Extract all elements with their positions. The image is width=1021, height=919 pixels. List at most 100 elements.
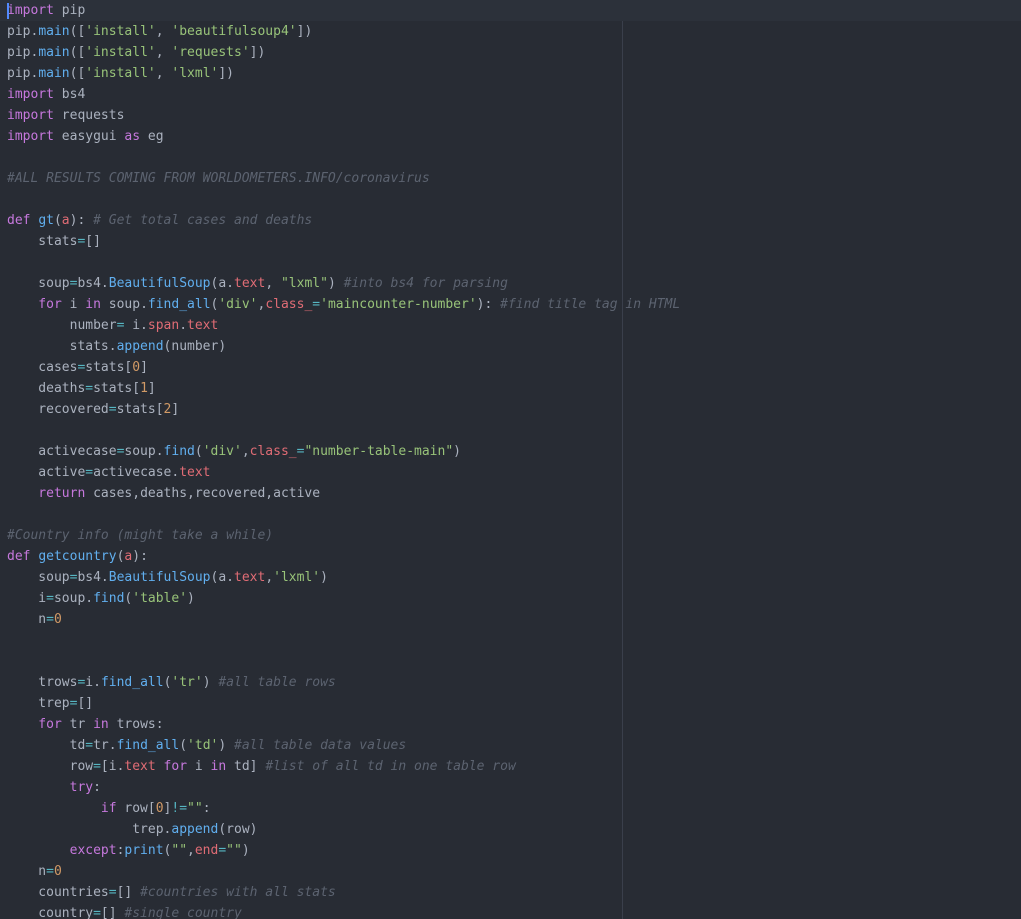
- code-line[interactable]: def getcountry(a):: [7, 546, 1021, 567]
- code-line[interactable]: #ALL RESULTS COMING FROM WORLDOMETERS.IN…: [7, 168, 1021, 189]
- code-token: for: [7, 717, 62, 732]
- code-line[interactable]: [7, 252, 1021, 273]
- code-token: pip: [53, 3, 86, 18]
- code-line[interactable]: except:print("",end=""): [7, 840, 1021, 861]
- code-line[interactable]: cases=stats[0]: [7, 357, 1021, 378]
- code-token: =: [108, 402, 117, 417]
- code-token: easygui: [53, 129, 125, 144]
- code-line[interactable]: for i in soup.find_all('div',class_='mai…: [7, 294, 1021, 315]
- code-line[interactable]: soup=bs4.BeautifulSoup(a.text,'lxml'): [7, 567, 1021, 588]
- code-token: (a.: [210, 276, 234, 291]
- code-token: 0: [53, 612, 62, 627]
- code-token: ([: [69, 66, 86, 81]
- code-token: end: [194, 843, 219, 858]
- code-token: stats: [7, 234, 78, 249]
- code-line[interactable]: country=[] #single country: [7, 903, 1021, 919]
- code-token: n: [7, 612, 47, 627]
- code-line[interactable]: [7, 504, 1021, 525]
- code-line[interactable]: stats=[]: [7, 231, 1021, 252]
- code-line[interactable]: soup=bs4.BeautifulSoup(a.text, "lxml") #…: [7, 273, 1021, 294]
- code-token: ]: [147, 381, 156, 396]
- code-line[interactable]: import requests: [7, 105, 1021, 126]
- code-token: [i.: [100, 759, 125, 774]
- code-token: i: [61, 297, 86, 312]
- code-line[interactable]: [7, 651, 1021, 672]
- code-line[interactable]: deaths=stats[1]: [7, 378, 1021, 399]
- code-line[interactable]: pip.main(['install', 'requests']): [7, 42, 1021, 63]
- code-line[interactable]: countries=[] #countries with all stats: [7, 882, 1021, 903]
- code-token: a: [61, 213, 70, 228]
- code-line[interactable]: number= i.span.text: [7, 315, 1021, 336]
- code-editor[interactable]: import pip pip.main(['install', 'beautifu…: [0, 0, 1021, 919]
- code-token: span: [147, 318, 180, 333]
- code-token: trep: [7, 696, 70, 711]
- code-token: trows:: [108, 717, 164, 732]
- code-line[interactable]: if row[0]!="":: [7, 798, 1021, 819]
- code-line[interactable]: [7, 630, 1021, 651]
- code-line[interactable]: trep=[]: [7, 693, 1021, 714]
- code-token: stats[: [93, 381, 141, 396]
- code-token: "number-table-main": [304, 444, 454, 459]
- code-line[interactable]: return cases,deaths,recovered,active: [7, 483, 1021, 504]
- code-line[interactable]: row=[i.text for i in td] #list of all td…: [7, 756, 1021, 777]
- code-line[interactable]: [7, 189, 1021, 210]
- code-token: BeautifulSoup: [108, 570, 211, 585]
- code-line[interactable]: import bs4: [7, 84, 1021, 105]
- code-token: "": [171, 843, 188, 858]
- code-token: activecase: [7, 444, 117, 459]
- code-token: # Get total cases and deaths: [93, 213, 313, 228]
- code-line[interactable]: trep.append(row): [7, 819, 1021, 840]
- code-line[interactable]: trows=i.find_all('tr') #all table rows: [7, 672, 1021, 693]
- code-line[interactable]: n=0: [7, 609, 1021, 630]
- code-token: in: [93, 717, 109, 732]
- code-token: ([: [69, 24, 86, 39]
- code-line[interactable]: try:: [7, 777, 1021, 798]
- code-token: []: [116, 885, 141, 900]
- code-line[interactable]: [7, 420, 1021, 441]
- code-token: ): [241, 843, 250, 858]
- code-token: soup: [7, 276, 70, 291]
- code-token: bs4: [53, 87, 86, 102]
- code-token: find_all: [100, 675, 164, 690]
- code-line[interactable]: def gt(a): # Get total cases and deaths: [7, 210, 1021, 231]
- code-token: cases: [7, 360, 78, 375]
- code-line[interactable]: import pip: [0, 0, 1021, 21]
- code-token: #Country info (might take a while): [7, 528, 274, 543]
- code-token: #find title tag in HTML: [500, 297, 681, 312]
- code-token: except: [7, 843, 117, 858]
- code-line[interactable]: pip.main(['install', 'lxml']): [7, 63, 1021, 84]
- code-line[interactable]: stats.append(number): [7, 336, 1021, 357]
- code-token: ):: [132, 549, 148, 564]
- code-token: import: [7, 3, 54, 18]
- code-line[interactable]: pip.main(['install', 'beautifulsoup4']): [7, 21, 1021, 42]
- code-line[interactable]: recovered=stats[2]: [7, 399, 1021, 420]
- code-token: in: [210, 759, 227, 774]
- code-lines[interactable]: import pip pip.main(['install', 'beautifu…: [0, 0, 1021, 919]
- code-token: 0: [53, 864, 62, 879]
- code-line[interactable]: n=0: [7, 861, 1021, 882]
- code-token: td: [7, 738, 86, 753]
- code-line[interactable]: for tr in trows:: [7, 714, 1021, 735]
- code-token: (: [53, 213, 62, 228]
- code-token: import: [7, 87, 54, 102]
- code-line[interactable]: i=soup.find('table'): [7, 588, 1021, 609]
- code-token: i: [7, 591, 47, 606]
- code-token: bs4.: [77, 276, 109, 291]
- code-line[interactable]: [7, 147, 1021, 168]
- code-token: def: [7, 549, 31, 564]
- code-line[interactable]: import easygui as eg: [7, 126, 1021, 147]
- code-line[interactable]: active=activecase.text: [7, 462, 1021, 483]
- code-token: import: [7, 108, 54, 123]
- code-token: activecase.: [93, 465, 180, 480]
- code-token: 'lxml': [273, 570, 321, 585]
- code-token: deaths: [7, 381, 86, 396]
- code-line[interactable]: #Country info (might take a while): [7, 525, 1021, 546]
- code-token: ]): [249, 45, 266, 60]
- code-token: #countries with all stats: [140, 885, 336, 900]
- code-token: n: [7, 864, 47, 879]
- code-line[interactable]: activecase=soup.find('div',class_="numbe…: [7, 441, 1021, 462]
- code-token: []: [77, 696, 94, 711]
- code-token: 'table': [132, 591, 188, 606]
- code-token: =: [85, 381, 94, 396]
- code-line[interactable]: td=tr.find_all('td') #all table data val…: [7, 735, 1021, 756]
